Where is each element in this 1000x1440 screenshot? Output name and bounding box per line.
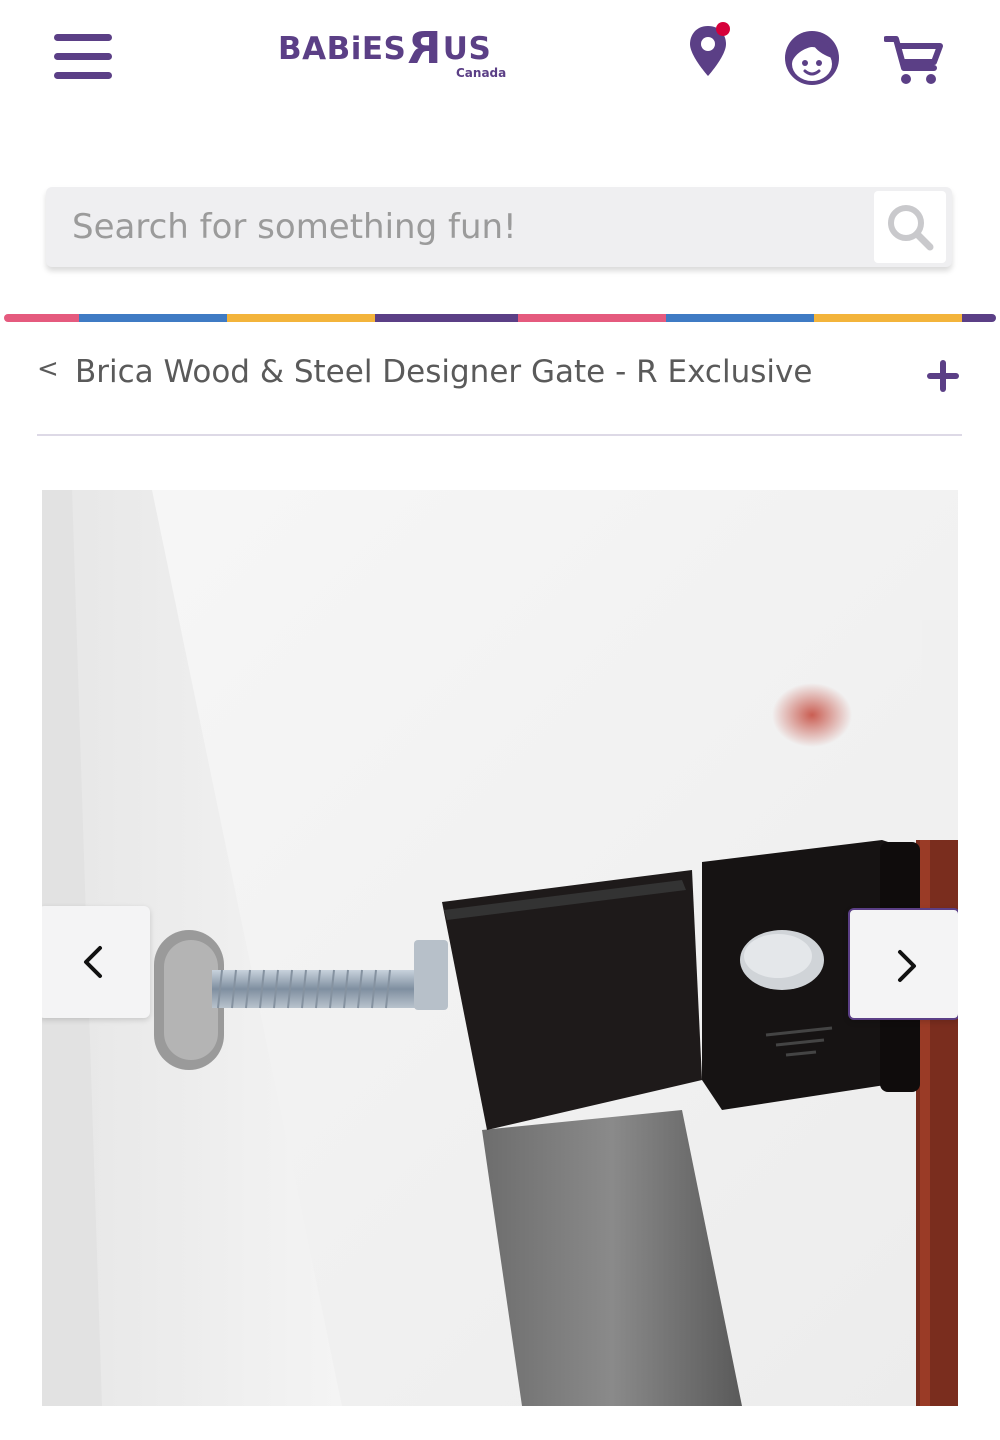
rainbow-divider bbox=[4, 314, 996, 322]
back-link[interactable]: < bbox=[37, 354, 59, 384]
chevron-right-icon bbox=[898, 950, 916, 982]
search-icon bbox=[888, 205, 934, 251]
product-title: Brica Wood & Steel Designer Gate - R Exc… bbox=[75, 354, 813, 390]
chevron-left-icon bbox=[84, 946, 102, 978]
gallery-next-button[interactable] bbox=[848, 908, 958, 1020]
shopping-cart-icon[interactable] bbox=[883, 34, 944, 86]
search-bar bbox=[46, 187, 952, 267]
site-header: BABiESRUS Canada bbox=[0, 0, 1000, 120]
search-button[interactable] bbox=[874, 191, 946, 263]
gallery-prev-button[interactable] bbox=[42, 906, 150, 1018]
logo-subtitle: Canada bbox=[456, 66, 507, 80]
location-pin-icon[interactable] bbox=[688, 20, 736, 80]
logo-text-right: US bbox=[442, 31, 492, 67]
babies-r-us-logo[interactable]: BABiESRUS Canada bbox=[278, 22, 510, 84]
product-image-gallery[interactable] bbox=[42, 490, 958, 1406]
product-photo-gate-mount-closeup bbox=[42, 490, 958, 1406]
search-input[interactable] bbox=[46, 187, 866, 267]
plus-icon[interactable] bbox=[925, 358, 961, 394]
breadcrumb: < Brica Wood & Steel Designer Gate - R E… bbox=[37, 340, 962, 436]
hamburger-menu-icon[interactable] bbox=[54, 34, 114, 82]
logo-wordmark: BABiESRUS bbox=[278, 23, 492, 74]
account-face-icon[interactable] bbox=[782, 28, 842, 88]
logo-r-mark: R bbox=[407, 23, 442, 74]
logo-text-left: BABiES bbox=[278, 31, 407, 67]
